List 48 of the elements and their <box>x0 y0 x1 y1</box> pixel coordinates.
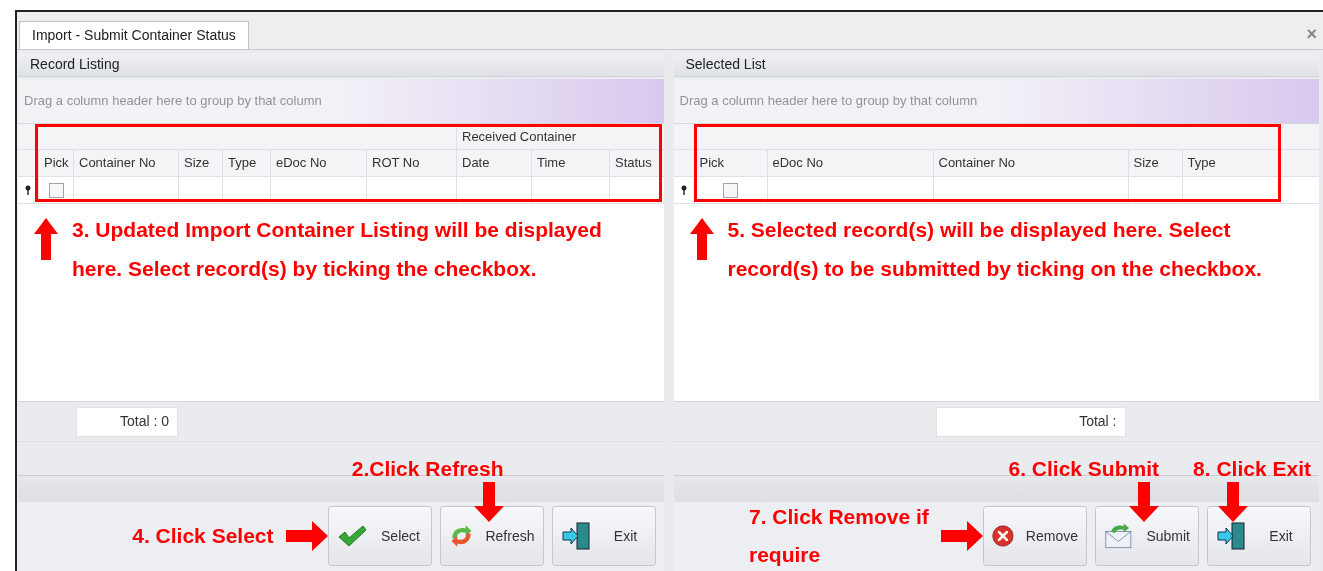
total-field: Total : <box>935 406 1126 437</box>
pin-icon <box>25 185 31 195</box>
toolbar-button[interactable]: Submit <box>1095 506 1199 566</box>
toolbar-button[interactable]: Select <box>327 506 432 566</box>
toolbar-button[interactable]: Refresh <box>439 506 544 566</box>
arrow-icon <box>285 521 328 551</box>
checkbox[interactable] <box>48 182 64 198</box>
remove-icon <box>992 522 1014 550</box>
column-header[interactable]: ROT No <box>366 150 456 176</box>
arrow-icon <box>34 218 58 260</box>
column-header[interactable]: Container No <box>932 150 1128 176</box>
step-label: 7. Click Remove if require <box>749 504 929 568</box>
group-panel: Drag a column header here to group by that column <box>18 79 664 123</box>
total-field: Total : 0 <box>76 406 178 437</box>
arrow-icon <box>941 521 983 551</box>
column-header[interactable]: eDoc No <box>270 150 366 176</box>
group-panel: Drag a column header here to group by that column <box>673 79 1319 123</box>
panel-title: Selected List <box>673 53 1319 77</box>
panel-title: Record Listing <box>18 53 664 77</box>
arrow-icon <box>1218 482 1249 522</box>
instruction-note: 5. Selected record(s) will be displayed here. Select record(s) to be submitted by ticking on the checkbox. <box>727 217 1263 282</box>
step-label: 8. Click Exit <box>1193 456 1311 482</box>
step-label: 4. Click Select <box>132 523 274 549</box>
column-header[interactable]: Pick <box>693 150 767 176</box>
column-header[interactable]: Size <box>178 150 222 176</box>
column-header[interactable]: Date <box>456 150 531 176</box>
arrow-icon <box>473 482 504 522</box>
step-label: 6. Click Submit <box>1008 456 1159 482</box>
column-header[interactable]: eDoc No <box>766 150 933 176</box>
column-header[interactable]: Container No <box>73 150 178 176</box>
toolbar-button[interactable]: Exit <box>551 506 656 566</box>
step-label: 2.Click Refresh <box>351 456 504 482</box>
checkbox[interactable] <box>723 182 738 198</box>
check-icon <box>336 524 367 548</box>
column-header[interactable]: Pick <box>38 150 73 176</box>
column-header[interactable]: Time <box>531 150 609 176</box>
arrow-icon <box>689 218 714 260</box>
toolbar-button[interactable]: Remove <box>983 506 1087 566</box>
door-icon <box>1216 521 1248 551</box>
toolbar-button[interactable]: Exit <box>1207 506 1311 566</box>
column-header[interactable]: Type <box>222 150 270 176</box>
door-icon <box>560 521 593 551</box>
document-tab[interactable]: Import - Submit Container Status <box>19 21 249 49</box>
pin-icon <box>680 185 687 195</box>
instruction-note: 3. Updated Import Container Listing will be displayed here. Select record(s) by ticking the checkbox. <box>72 217 603 282</box>
column-header[interactable]: Size <box>1127 150 1182 176</box>
column-header[interactable]: Type <box>1181 150 1319 176</box>
arrow-icon <box>1129 482 1159 522</box>
